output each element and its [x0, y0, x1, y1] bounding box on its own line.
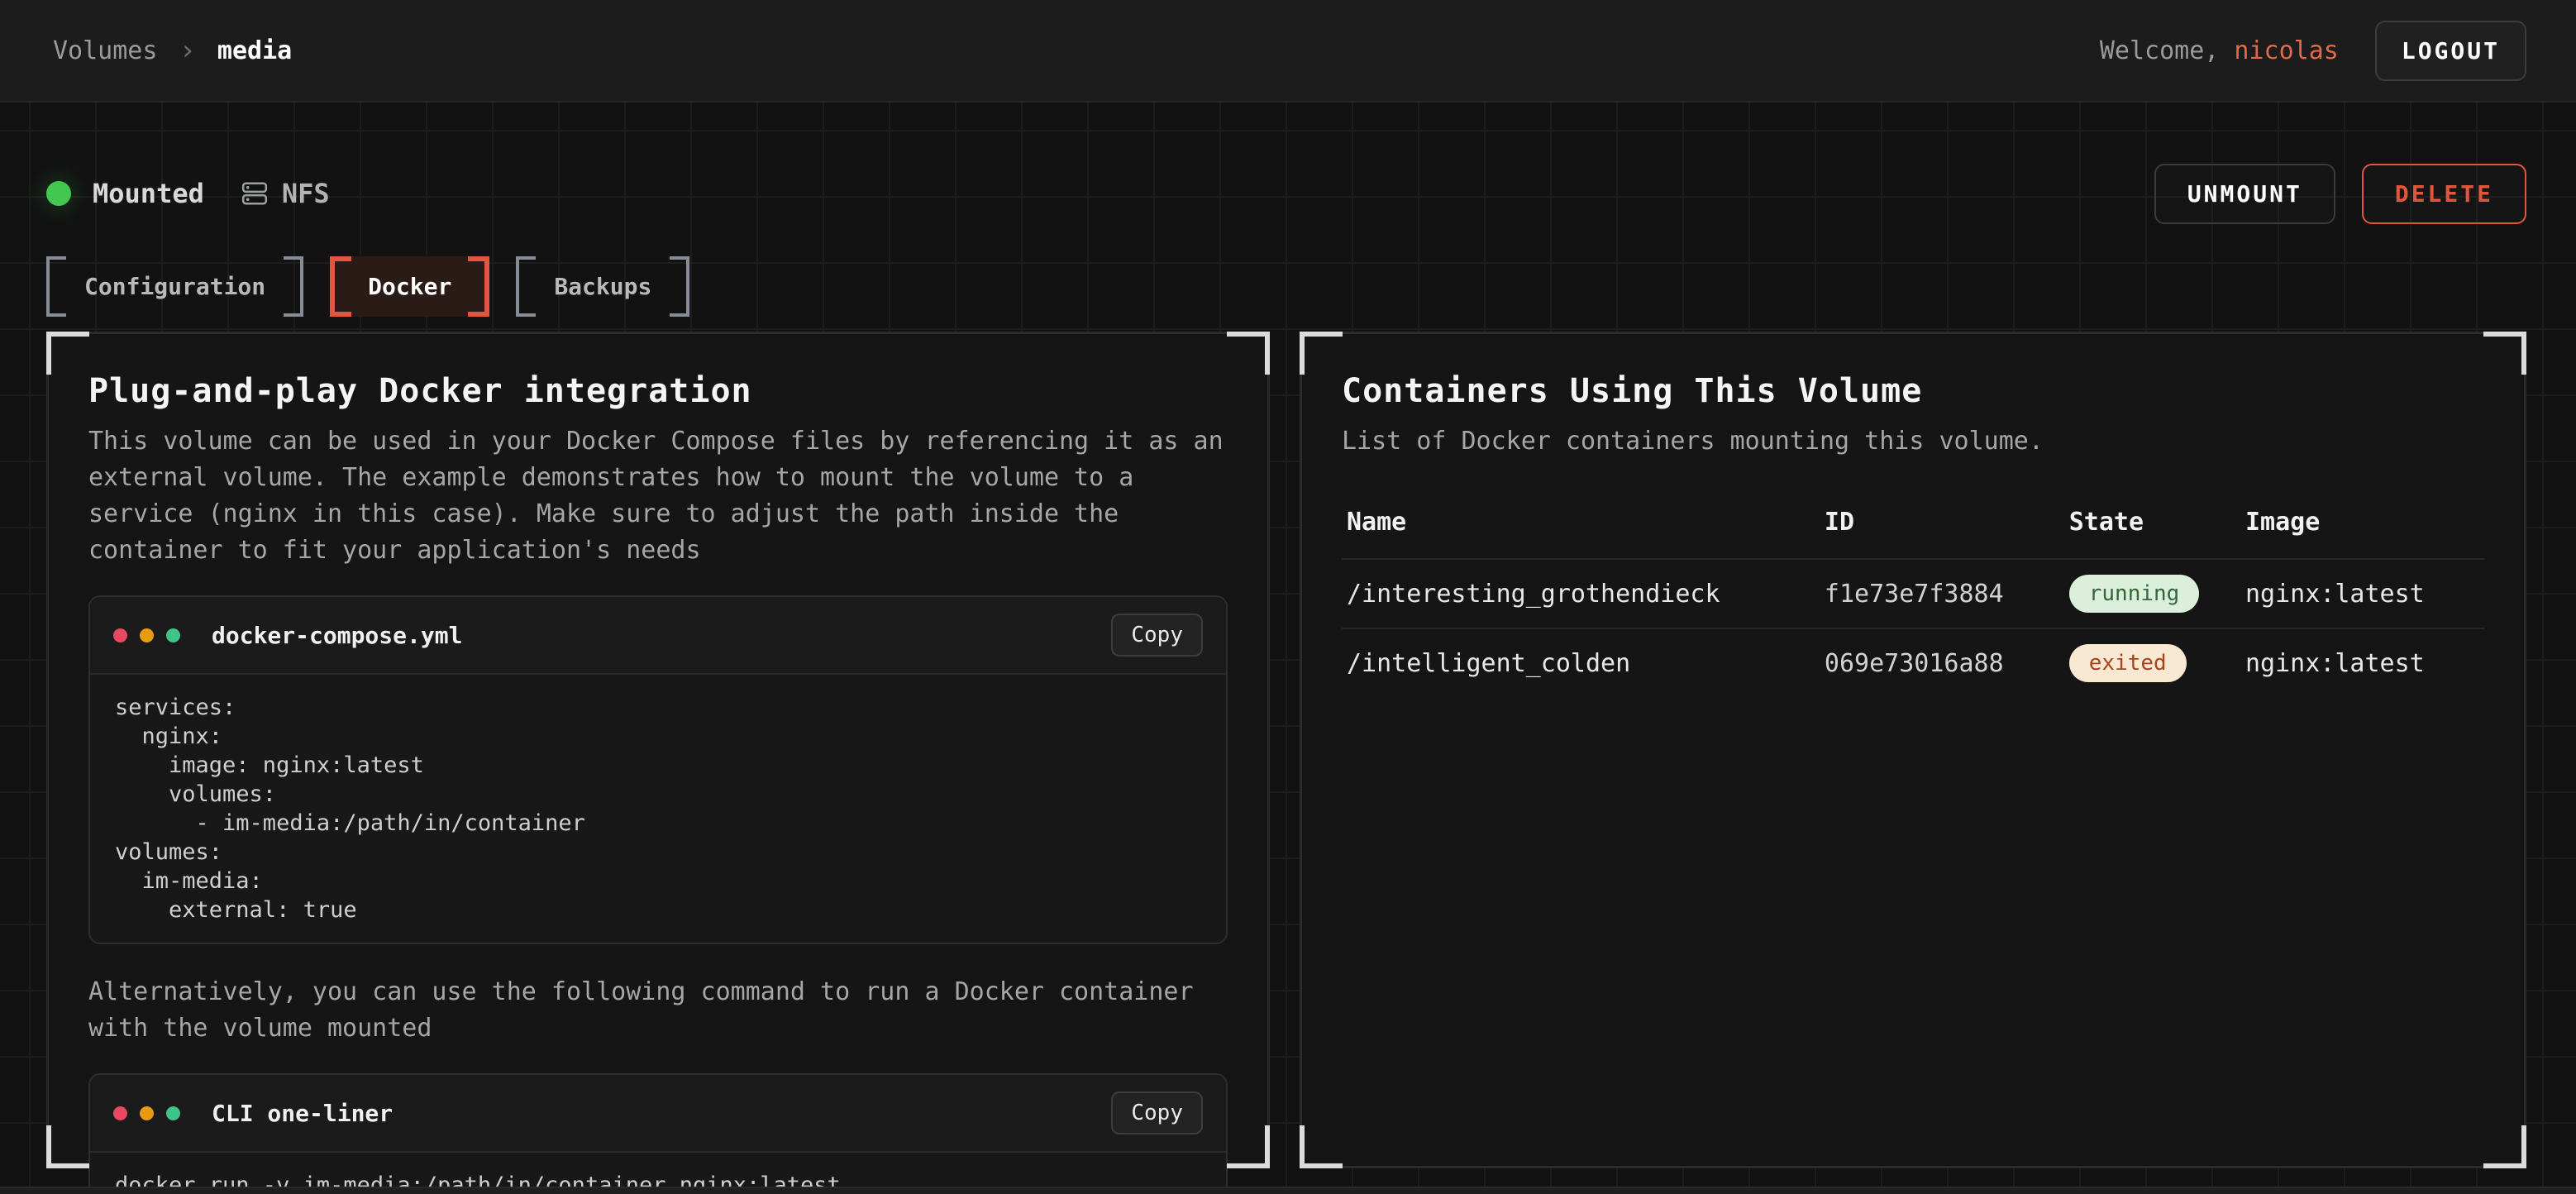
docker-panel-description: This volume can be used in your Docker C… — [88, 423, 1228, 569]
volume-driver: NFS — [241, 178, 330, 209]
corner-bracket — [46, 332, 89, 375]
status-badge: running — [2069, 575, 2200, 613]
container-id: 069e73016a88 — [1825, 649, 2069, 678]
docker-integration-panel: Plug-and-play Docker integration This vo… — [46, 332, 1270, 1168]
container-name: /interesting_grothendieck — [1347, 580, 1825, 609]
main-content: Mounted NFS UNMOUNT DELETE Configuration… — [0, 103, 2576, 1194]
containers-table-header: Name ID State Image — [1342, 508, 2484, 558]
corner-bracket — [1227, 332, 1270, 375]
traffic-red-icon — [113, 1106, 127, 1120]
tab-docker[interactable]: Docker — [330, 256, 489, 317]
header-right: Welcome, nicolas LOGOUT — [2100, 21, 2526, 81]
compose-code-card: docker-compose.yml Copy services: nginx:… — [88, 595, 1228, 944]
column-header-state: State — [2069, 508, 2245, 537]
column-header-image: Image — [2245, 508, 2484, 537]
container-image: nginx:latest — [2245, 649, 2484, 678]
breadcrumb-volumes-link[interactable]: Volumes — [53, 36, 157, 65]
corner-bracket — [2483, 1125, 2526, 1168]
mounted-status-label: Mounted — [93, 178, 204, 209]
container-state-cell: running — [2069, 575, 2245, 613]
tab-configuration[interactable]: Configuration — [46, 256, 303, 317]
footer-strip — [0, 1187, 2576, 1194]
server-stack-icon — [241, 179, 269, 208]
status-badge: exited — [2069, 644, 2187, 682]
volume-actions: UNMOUNT DELETE — [2154, 164, 2526, 224]
mounted-status-dot-icon — [46, 181, 71, 206]
delete-button[interactable]: DELETE — [2362, 164, 2526, 224]
volume-status: Mounted NFS — [46, 178, 330, 209]
table-row: /interesting_grothendieck f1e73e7f3884 r… — [1342, 558, 2484, 628]
unmount-button[interactable]: UNMOUNT — [2154, 164, 2335, 224]
status-row: Mounted NFS UNMOUNT DELETE — [46, 167, 2526, 220]
container-name: /intelligent_colden — [1347, 649, 1825, 678]
corner-bracket — [46, 1125, 89, 1168]
traffic-amber-icon — [140, 1106, 154, 1120]
username: nicolas — [2234, 36, 2338, 65]
welcome-text: Welcome, nicolas — [2100, 36, 2339, 65]
tab-backups[interactable]: Backups — [516, 256, 689, 317]
corner-bracket — [1300, 332, 1343, 375]
traffic-lights-icon — [113, 1106, 180, 1120]
copy-compose-button[interactable]: Copy — [1111, 614, 1203, 657]
compose-code: services: nginx: image: nginx:latest vol… — [90, 675, 1226, 943]
traffic-red-icon — [113, 628, 127, 642]
tab-bar: Configuration Docker Backups — [46, 256, 2526, 317]
containers-panel: Containers Using This Volume List of Doc… — [1300, 332, 2526, 1168]
container-state-cell: exited — [2069, 644, 2245, 682]
corner-bracket — [2483, 332, 2526, 375]
driver-label: NFS — [282, 178, 330, 209]
mounted-status: Mounted — [46, 178, 204, 209]
corner-bracket — [1300, 1125, 1343, 1168]
compose-code-card-header: docker-compose.yml Copy — [90, 597, 1226, 675]
corner-bracket — [1227, 1125, 1270, 1168]
containers-panel-subtitle: List of Docker containers mounting this … — [1342, 423, 2484, 460]
breadcrumb: Volumes › media — [53, 34, 292, 67]
traffic-lights-icon — [113, 628, 180, 642]
containers-table: Name ID State Image /interesting_grothen… — [1342, 508, 2484, 697]
cli-title: CLI one-liner — [212, 1100, 393, 1127]
traffic-green-icon — [166, 1106, 180, 1120]
cli-intro-text: Alternatively, you can use the following… — [88, 974, 1228, 1047]
breadcrumb-current-volume: media — [217, 36, 292, 65]
top-bar: Volumes › media Welcome, nicolas LOGOUT — [0, 0, 2576, 103]
traffic-green-icon — [166, 628, 180, 642]
breadcrumb-separator-icon: › — [179, 34, 195, 67]
column-header-name: Name — [1347, 508, 1825, 537]
docker-panel-title: Plug-and-play Docker integration — [88, 372, 1228, 410]
cli-code-card-header: CLI one-liner Copy — [90, 1075, 1226, 1153]
container-image: nginx:latest — [2245, 580, 2484, 609]
traffic-amber-icon — [140, 628, 154, 642]
compose-filename: docker-compose.yml — [212, 622, 462, 649]
logout-button[interactable]: LOGOUT — [2375, 21, 2526, 81]
cli-code-card: CLI one-liner Copy docker run -v im-medi… — [88, 1073, 1228, 1194]
column-header-id: ID — [1825, 508, 2069, 537]
welcome-prefix: Welcome, — [2100, 36, 2235, 65]
container-id: f1e73e7f3884 — [1825, 580, 2069, 609]
containers-panel-title: Containers Using This Volume — [1342, 372, 2484, 410]
table-row: /intelligent_colden 069e73016a88 exited … — [1342, 628, 2484, 697]
panels-row: Plug-and-play Docker integration This vo… — [46, 332, 2526, 1168]
copy-cli-button[interactable]: Copy — [1111, 1091, 1203, 1134]
